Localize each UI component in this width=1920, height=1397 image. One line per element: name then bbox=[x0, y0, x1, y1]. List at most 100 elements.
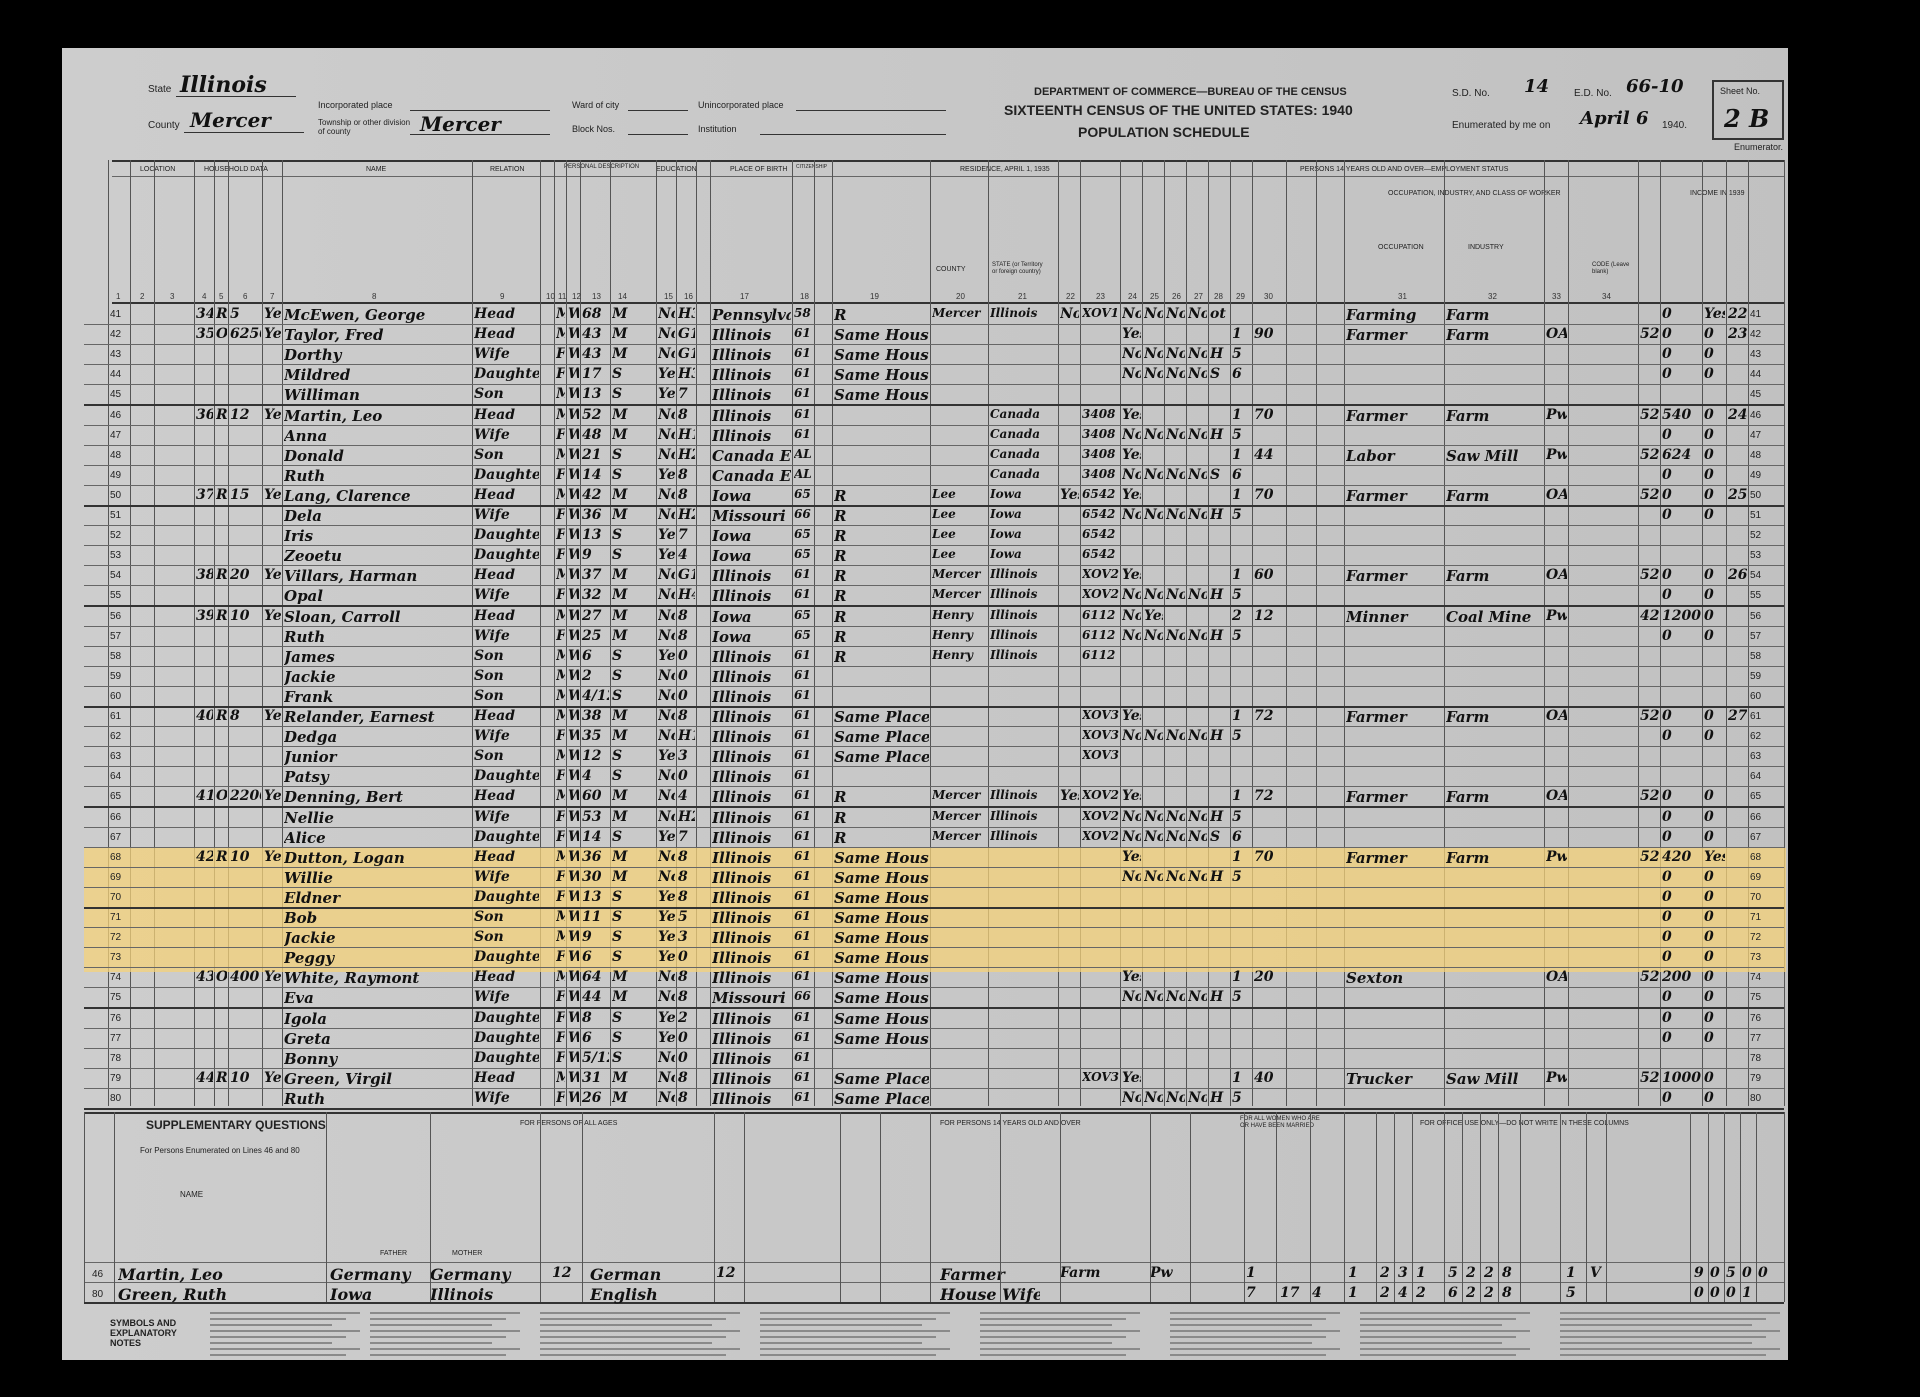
column-number: 25 bbox=[1150, 292, 1159, 301]
column-number: 30 bbox=[1264, 292, 1273, 301]
cell-sch: No bbox=[658, 628, 675, 644]
cell-cit: 61 bbox=[794, 1050, 811, 1064]
supp-cell-o5: 5 bbox=[1448, 1265, 1458, 1281]
cell-res-state: Iowa bbox=[990, 487, 1022, 501]
cell-c22: No bbox=[1144, 809, 1163, 825]
line-number: 54 bbox=[1750, 570, 1762, 581]
cell-cls: OA bbox=[1546, 326, 1567, 342]
hdr-state: STATE (or Territory or foreign country) bbox=[992, 262, 1043, 275]
cell-c24: No bbox=[1188, 869, 1207, 885]
cell-rel: Daughter bbox=[474, 1050, 539, 1066]
cell-race: W bbox=[568, 326, 579, 342]
line-number: 43 bbox=[110, 349, 122, 360]
cell-occ: Farmer bbox=[1346, 788, 1407, 806]
cell-c21: No bbox=[1122, 809, 1141, 825]
cell-c22: No bbox=[1144, 366, 1163, 382]
line-number: 77 bbox=[1750, 1033, 1762, 1044]
cell-res-county: Mercer bbox=[932, 306, 981, 320]
cell-grade: G1 bbox=[678, 326, 695, 342]
cell-sch: No bbox=[658, 587, 675, 603]
cell-fs: 24 bbox=[1728, 407, 1747, 423]
cell-c26: 5 bbox=[1232, 346, 1242, 362]
footer-note-line bbox=[1170, 1324, 1312, 1326]
line-number: 44 bbox=[1750, 369, 1762, 380]
cell-res-city: Same House bbox=[834, 929, 929, 947]
cell-name: Junior bbox=[284, 748, 337, 766]
cell-grade: 4 bbox=[678, 788, 688, 804]
cell-c26: 1 bbox=[1232, 487, 1242, 503]
footer-note-line bbox=[1560, 1318, 1766, 1320]
supp-title: SUPPLEMENTARY QUESTIONS bbox=[146, 1118, 326, 1132]
cell-ms: S bbox=[612, 748, 623, 764]
cell-sch: No bbox=[658, 708, 675, 724]
cell-sex: F bbox=[556, 628, 565, 644]
line-number: 69 bbox=[110, 872, 122, 883]
cell-cit: 61 bbox=[794, 407, 811, 421]
cell-rel: Son bbox=[474, 386, 504, 402]
cell-name: Bonny bbox=[284, 1050, 338, 1068]
line-number: 75 bbox=[110, 992, 122, 1003]
cell-c21: No bbox=[1122, 1090, 1141, 1106]
supp-mother-label: MOTHER bbox=[452, 1250, 483, 1257]
cell-c26: 5 bbox=[1232, 1090, 1242, 1106]
cell-sch: No bbox=[658, 969, 675, 985]
cell-c21: Yes bbox=[1122, 487, 1141, 503]
cell-rel: Wife bbox=[474, 587, 510, 603]
cell-c24: No bbox=[1188, 366, 1207, 382]
hdr-relation: RELATION bbox=[490, 166, 525, 173]
footer-note-line bbox=[1560, 1336, 1766, 1338]
cell-wks: 52 bbox=[1640, 788, 1659, 804]
cell-farm: Yes bbox=[264, 1070, 281, 1086]
cell-oth: 0 bbox=[1704, 628, 1714, 644]
cell-sch: Yes bbox=[658, 1030, 675, 1046]
cell-rel: Head bbox=[474, 608, 515, 624]
cell-name: Green, Virgil bbox=[284, 1070, 393, 1088]
cell-c22: Yes bbox=[1144, 608, 1163, 624]
line-number: 47 bbox=[1750, 430, 1762, 441]
cell-res-city: R bbox=[834, 809, 847, 827]
supp-cell-tcode: 12 bbox=[716, 1265, 736, 1281]
cell-farm: Yes bbox=[264, 608, 281, 624]
cell-cit: 65 bbox=[794, 608, 811, 622]
cell-grade: 8 bbox=[678, 1090, 688, 1106]
column-number: 33 bbox=[1552, 292, 1561, 301]
cell-c26: 1 bbox=[1232, 326, 1242, 342]
cell-grade: 0 bbox=[678, 1030, 688, 1046]
cell-inc: 0 bbox=[1662, 1010, 1672, 1026]
cell-farm: Yes bbox=[264, 849, 281, 865]
cell-rel: Head bbox=[474, 567, 515, 583]
footer-note-line bbox=[540, 1342, 712, 1344]
cell-res-city: Same House bbox=[834, 869, 929, 887]
cell-age: 13 bbox=[582, 527, 602, 543]
cell-sex: M bbox=[556, 668, 565, 684]
cell-name: Villars, Harman bbox=[284, 567, 418, 585]
cell-bp: Iowa bbox=[712, 527, 752, 545]
cell-ms: M bbox=[612, 1090, 628, 1106]
footer-note-line bbox=[1560, 1312, 1780, 1314]
column-number: 5 bbox=[219, 292, 224, 301]
column-number: 16 bbox=[684, 292, 693, 301]
cell-oth: 0 bbox=[1704, 989, 1714, 1005]
supp-cell-occ: Farmer bbox=[940, 1265, 1005, 1284]
cell-race: W bbox=[568, 969, 579, 985]
supp-cell-o8: 8 bbox=[1502, 1285, 1512, 1301]
column-number: 27 bbox=[1194, 292, 1203, 301]
cell-sex: F bbox=[556, 829, 565, 845]
cell-sch: No bbox=[658, 346, 675, 362]
cell-c25: H bbox=[1210, 869, 1224, 885]
cell-inc: 540 bbox=[1662, 407, 1692, 423]
hdr-county: COUNTY bbox=[936, 266, 966, 273]
cell-oth: 0 bbox=[1704, 1070, 1714, 1086]
cell-code: 6542 bbox=[1082, 507, 1116, 521]
cell-bp: Illinois bbox=[712, 1090, 772, 1108]
footer-note-line bbox=[1360, 1348, 1530, 1350]
cell-occ: Sexton bbox=[1346, 969, 1404, 987]
cell-bp: Missouri bbox=[712, 507, 786, 525]
footer-note-line bbox=[210, 1318, 346, 1320]
footer-note-line bbox=[370, 1348, 520, 1350]
cell-cit: 61 bbox=[794, 949, 811, 963]
cell-res-city: Same Place bbox=[834, 728, 929, 746]
cell-bp: Illinois bbox=[712, 768, 772, 786]
line-number: 67 bbox=[1750, 832, 1762, 843]
cell-name: McEwen, George bbox=[284, 306, 426, 324]
